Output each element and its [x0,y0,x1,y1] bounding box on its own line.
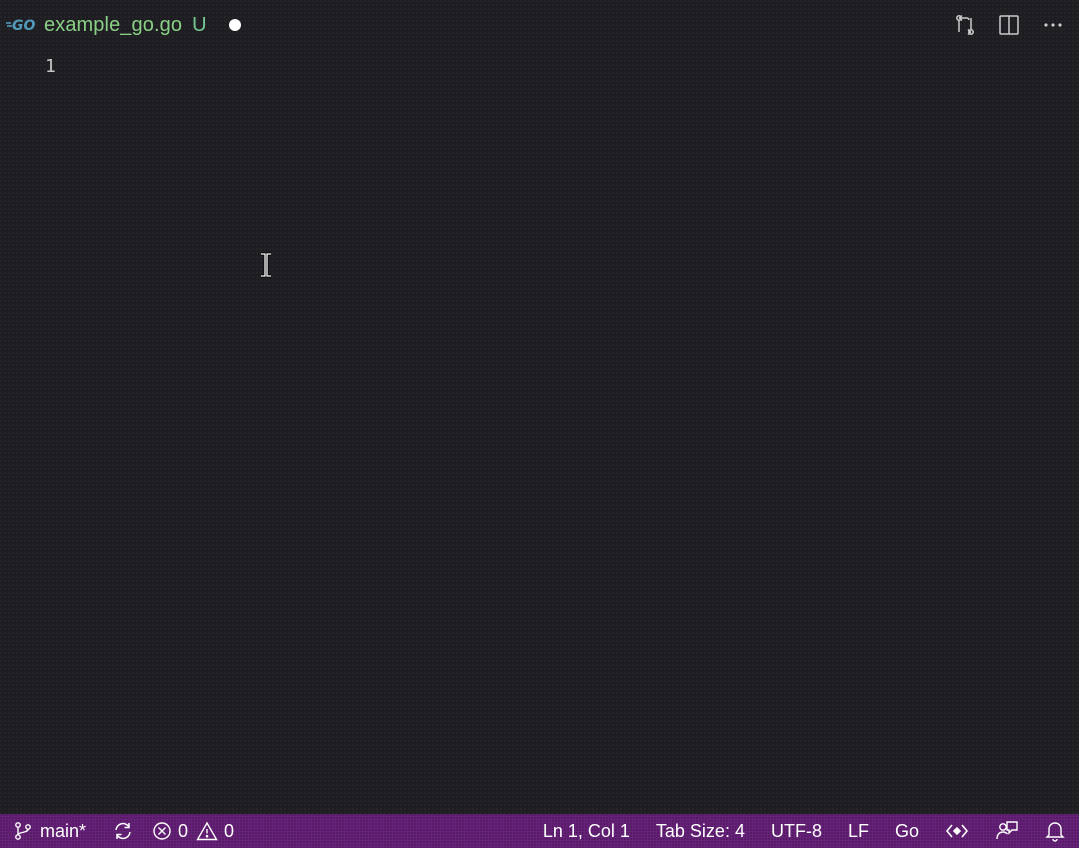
warning-icon [196,821,218,841]
error-count: 0 [178,820,189,841]
tab-filename: example_go.go [44,13,183,36]
language-status-icon [945,821,969,841]
status-bar: main* 0 0 Ln 1, Col 1 Tab Size: 4 UTF-8 … [0,814,1079,848]
tab-size[interactable]: Tab Size: 4 [656,814,745,848]
code-editor[interactable]: 1 [0,50,1079,814]
end-of-line[interactable]: LF [848,814,869,848]
cursor-position[interactable]: Ln 1, Col 1 [543,814,630,848]
sync-button[interactable] [112,814,134,848]
sync-icon [112,821,134,841]
svg-text:GO: GO [12,18,35,33]
error-icon [152,821,172,841]
editor-actions [953,0,1065,50]
git-status-badge: U [192,13,207,36]
more-actions-icon[interactable] [1041,13,1065,37]
language-status-button[interactable] [945,814,969,848]
notifications-button[interactable] [1045,814,1065,848]
tab-example-go[interactable]: GO example_go.go U [0,0,253,50]
file-encoding[interactable]: UTF-8 [771,814,822,848]
go-file-icon: GO [6,15,40,35]
source-control-branch-icon [14,821,32,841]
warning-count: 0 [224,820,235,841]
branch-indicator[interactable]: main* [14,814,86,848]
feedback-icon [995,820,1019,842]
split-editor-icon[interactable] [997,13,1021,37]
unsaved-dot-icon[interactable] [228,19,241,31]
editor-window: GO example_go.go U 1 main* 0 0 Ln 1, Col… [0,0,1079,848]
problems-indicator[interactable]: 0 0 [152,814,234,848]
language-mode[interactable]: Go [895,814,919,848]
branch-name: main* [40,820,87,841]
tab-bar: GO example_go.go U [0,0,1079,50]
compare-changes-icon[interactable] [953,13,977,37]
line-number: 1 [45,56,56,77]
feedback-button[interactable] [995,814,1019,848]
text-cursor-icon [258,252,274,278]
bell-icon [1045,820,1065,842]
